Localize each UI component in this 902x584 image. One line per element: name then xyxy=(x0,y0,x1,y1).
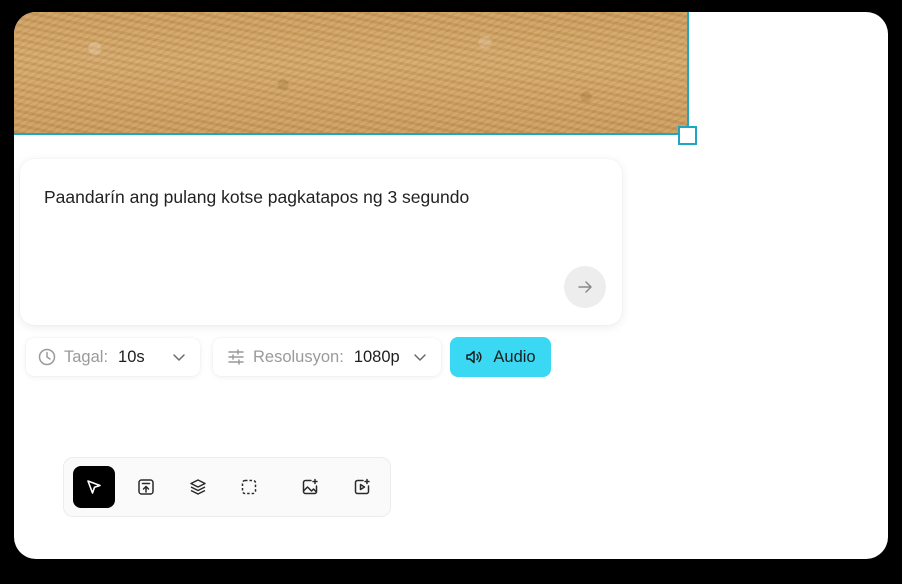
prompt-card[interactable]: Paandarín ang pulang kotse pagkatapos ng… xyxy=(20,159,622,325)
duration-select[interactable]: Tagal: 10s xyxy=(26,338,200,376)
chevron-down-icon xyxy=(172,350,186,364)
upload-tool-button[interactable] xyxy=(125,466,167,508)
image-preview[interactable] xyxy=(14,12,689,135)
chevron-down-icon xyxy=(413,350,427,364)
resize-handle[interactable] xyxy=(678,126,697,145)
select-tool-button[interactable] xyxy=(73,466,115,508)
audio-toggle-button[interactable]: Audio xyxy=(450,337,551,377)
selection-tool-button[interactable] xyxy=(228,466,270,508)
cursor-arrow-icon xyxy=(85,478,103,496)
resolution-label: Resolusyon: xyxy=(253,347,344,366)
video-sparkle-icon xyxy=(353,478,371,496)
layers-tool-button[interactable] xyxy=(177,466,219,508)
image-sparkle-icon xyxy=(301,478,319,496)
generate-image-button[interactable] xyxy=(289,466,331,508)
arrow-right-icon xyxy=(577,279,593,295)
duration-label: Tagal: xyxy=(64,347,109,366)
prompt-input[interactable]: Paandarín ang pulang kotse pagkatapos ng… xyxy=(44,187,469,208)
speaker-icon xyxy=(465,348,483,366)
duration-value: 10s xyxy=(118,347,145,366)
bottom-toolbar xyxy=(63,457,391,517)
audio-label: Audio xyxy=(493,347,536,366)
dashed-selection-icon xyxy=(240,478,258,496)
clock-icon xyxy=(38,348,56,366)
sliders-icon xyxy=(227,348,245,366)
send-button[interactable] xyxy=(564,266,606,308)
app-window: Paandarín ang pulang kotse pagkatapos ng… xyxy=(14,12,888,559)
resolution-value: 1080p xyxy=(353,347,400,366)
layers-icon xyxy=(189,478,207,496)
upload-frame-icon xyxy=(137,478,155,496)
resolution-select[interactable]: Resolusyon: 1080p xyxy=(213,338,441,376)
generate-video-button[interactable] xyxy=(341,466,383,508)
